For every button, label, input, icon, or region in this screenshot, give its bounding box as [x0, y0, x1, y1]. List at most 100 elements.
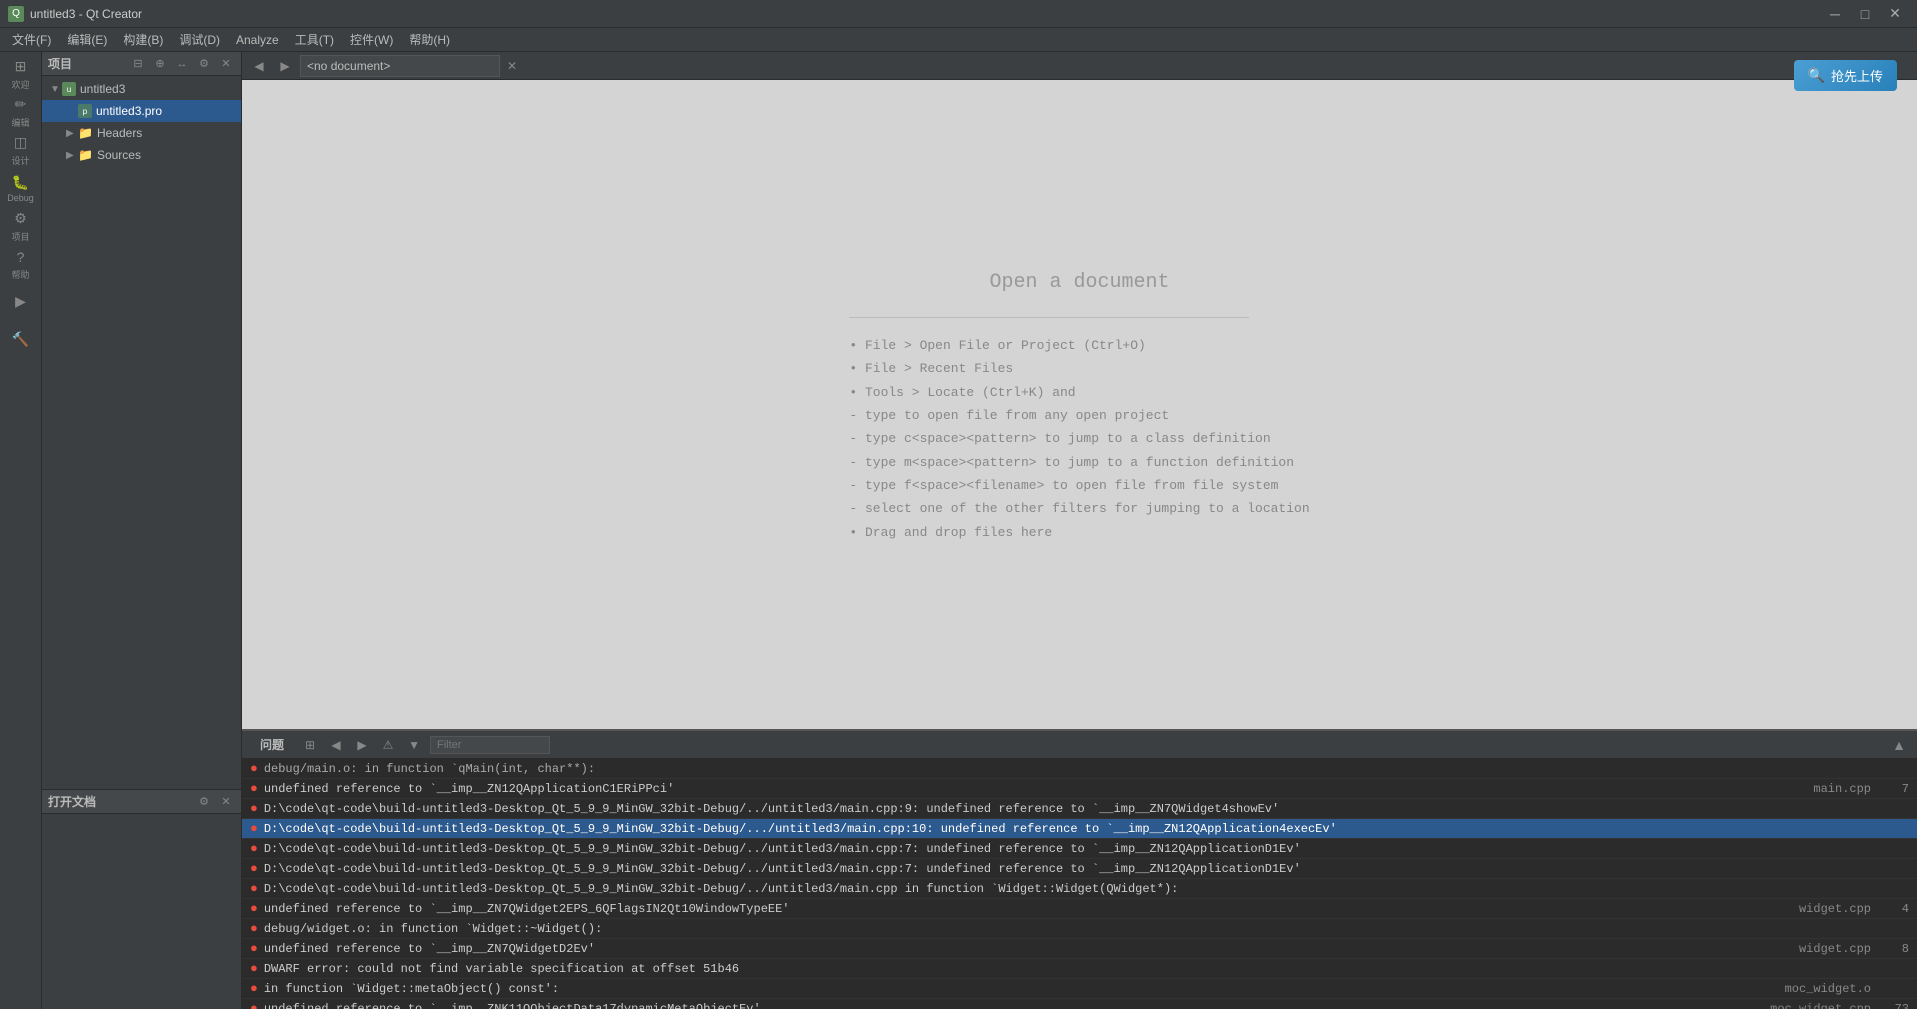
- issue-text: DWARF error: could not find variable spe…: [264, 962, 1743, 976]
- error-icon: ●: [250, 881, 258, 896]
- error-icon: ●: [250, 921, 258, 936]
- error-icon: ●: [250, 841, 258, 856]
- error-icon: ●: [250, 981, 258, 996]
- filter-btn[interactable]: ⊟: [129, 55, 147, 73]
- hint-item: - type to open file from any open projec…: [849, 404, 1309, 427]
- tree-label: Sources: [97, 148, 141, 162]
- document-selector[interactable]: [300, 55, 500, 77]
- upload-label: 抢先上传: [1831, 66, 1883, 85]
- main-layout: ⊞欢迎✏编辑◫设计🐛Debug⚙项目?帮助▶🔨 项目 ⊟ ⊕ ↔ ⚙ ✕ ▼uu…: [0, 52, 1917, 1009]
- project-icon[interactable]: ⚙项目: [3, 208, 39, 244]
- issue-row[interactable]: ●undefined reference to `__imp__ZN12QApp…: [242, 779, 1917, 799]
- tree-item-root[interactable]: ▼uuntitled3: [42, 78, 241, 100]
- issue-file: widget.cpp: [1751, 942, 1871, 956]
- issue-file: main.cpp: [1751, 782, 1871, 796]
- issue-row[interactable]: ●debug/widget.o: in function `Widget::~W…: [242, 919, 1917, 939]
- run-icon[interactable]: ▶: [3, 284, 39, 320]
- issues-add-btn[interactable]: ⊞: [300, 735, 320, 755]
- open-document-area: Open a document • File > Open File or Pr…: [242, 80, 1917, 729]
- issue-row[interactable]: ●debug/main.o: in function `qMain(int, c…: [242, 759, 1917, 779]
- menu-item-5[interactable]: 工具(T): [287, 28, 342, 52]
- issues-tab[interactable]: 问题: [250, 734, 294, 755]
- open-docs-close-btn[interactable]: ✕: [217, 793, 235, 811]
- error-icon: ●: [250, 901, 258, 916]
- content-area: ◀ ▶ ✕ 🔍 抢先上传 Open a document • File > Op…: [242, 52, 1917, 1009]
- error-icon: ●: [250, 941, 258, 956]
- build-icon[interactable]: 🔨: [3, 322, 39, 358]
- issue-line: 7: [1879, 782, 1909, 796]
- menu-item-7[interactable]: 帮助(H): [401, 28, 458, 52]
- welcome-icon[interactable]: ⊞欢迎: [3, 56, 39, 92]
- issue-text: undefined reference to `__imp__ZN7QWidge…: [264, 902, 1743, 916]
- issue-row[interactable]: ●in function `Widget::metaObject() const…: [242, 979, 1917, 999]
- issue-file: moc_widget.o: [1751, 982, 1871, 996]
- issues-next-btn[interactable]: ▶: [352, 735, 372, 755]
- issues-warning-btn[interactable]: ⚠: [378, 735, 398, 755]
- titlebar: Q untitled3 - Qt Creator ─ □ ✕: [0, 0, 1917, 28]
- close-button[interactable]: ✕: [1881, 0, 1909, 28]
- project-panel: 项目 ⊟ ⊕ ↔ ⚙ ✕ ▼uuntitled3puntitled3.pro▶📁…: [42, 52, 242, 1009]
- issue-row[interactable]: ●undefined reference to `__imp__ZN7QWidg…: [242, 939, 1917, 959]
- left-sidebar: ⊞欢迎✏编辑◫设计🐛Debug⚙项目?帮助▶🔨: [0, 52, 42, 1009]
- tree-label: untitled3: [80, 82, 125, 96]
- menu-item-1[interactable]: 编辑(E): [59, 28, 115, 52]
- doc-close-button[interactable]: ✕: [504, 58, 520, 74]
- menu-item-3[interactable]: 调试(D): [171, 28, 228, 52]
- design-icon[interactable]: ◫设计: [3, 132, 39, 168]
- issues-filter-btn[interactable]: ▼: [404, 735, 424, 755]
- app-icon: Q: [8, 6, 24, 22]
- hint-item: • Drag and drop files here: [849, 521, 1309, 544]
- minimize-button[interactable]: ─: [1821, 0, 1849, 28]
- project-tree: ▼uuntitled3puntitled3.pro▶📁Headers▶📁Sour…: [42, 76, 241, 789]
- filter-input[interactable]: [430, 736, 550, 754]
- hint-item: - type m<space><pattern> to jump to a fu…: [849, 451, 1309, 474]
- hint-item: • File > Open File or Project (Ctrl+O): [849, 334, 1309, 357]
- back-button[interactable]: ◀: [248, 55, 270, 77]
- open-doc-divider: [849, 317, 1249, 318]
- issue-text: D:\code\qt-code\build-untitled3-Desktop_…: [264, 882, 1743, 896]
- close-panel-btn[interactable]: ✕: [217, 55, 235, 73]
- project-toolbar: 项目 ⊟ ⊕ ↔ ⚙ ✕: [42, 52, 241, 76]
- help-icon[interactable]: ?帮助: [3, 246, 39, 282]
- issue-row[interactable]: ●D:\code\qt-code\build-untitled3-Desktop…: [242, 819, 1917, 839]
- issue-row[interactable]: ● DWARF error: could not find variable sp…: [242, 959, 1917, 979]
- tree-item-sources[interactable]: ▶📁Sources: [42, 144, 241, 166]
- tree-item-headers[interactable]: ▶📁Headers: [42, 122, 241, 144]
- issues-list: ● debug/main.o: in function `qMain(int, c…: [242, 759, 1917, 1009]
- issue-text: debug/main.o: in function `qMain(int, ch…: [264, 762, 1909, 776]
- hint-item: - type f<space><filename> to open file f…: [849, 474, 1309, 497]
- error-icon: ●: [250, 801, 258, 816]
- title-text: untitled3 - Qt Creator: [30, 7, 1821, 21]
- upload-button[interactable]: 🔍 抢先上传: [1794, 60, 1897, 91]
- maximize-button[interactable]: □: [1851, 0, 1879, 28]
- issues-prev-btn[interactable]: ◀: [326, 735, 346, 755]
- issue-row[interactable]: ● D:\code\qt-code\build-untitled3-Desktop…: [242, 799, 1917, 819]
- menu-item-6[interactable]: 控件(W): [342, 28, 401, 52]
- error-icon: ●: [250, 781, 258, 796]
- tree-item-pro[interactable]: puntitled3.pro: [42, 100, 241, 122]
- issue-row[interactable]: ●D:\code\qt-code\build-untitled3-Desktop…: [242, 839, 1917, 859]
- hint-item: • File > Recent Files: [849, 357, 1309, 380]
- hint-item: - type c<space><pattern> to jump to a cl…: [849, 427, 1309, 450]
- edit-icon[interactable]: ✏编辑: [3, 94, 39, 130]
- error-icon: ●: [250, 961, 258, 976]
- issue-row[interactable]: ● undefined reference to `__imp__ZN7QWidg…: [242, 899, 1917, 919]
- menu-item-4[interactable]: Analyze: [228, 28, 287, 52]
- debug-icon[interactable]: 🐛Debug: [3, 170, 39, 206]
- expand-btn[interactable]: ⊕: [151, 55, 169, 73]
- menu-item-0[interactable]: 文件(F): [4, 28, 59, 52]
- collapse-btn[interactable]: ▲: [1889, 735, 1909, 755]
- upload-icon: 🔍: [1808, 67, 1825, 84]
- issue-text: D:\code\qt-code\build-untitled3-Desktop_…: [264, 822, 1743, 836]
- settings-btn[interactable]: ⚙: [195, 55, 213, 73]
- forward-button[interactable]: ▶: [274, 55, 296, 77]
- sync-btn[interactable]: ↔: [173, 55, 191, 73]
- window-controls: ─ □ ✕: [1821, 0, 1909, 28]
- issue-row[interactable]: ●undefined reference to `__imp__ZNK11QOb…: [242, 999, 1917, 1009]
- menu-item-2[interactable]: 构建(B): [115, 28, 171, 52]
- issue-row[interactable]: ● D:\code\qt-code\build-untitled3-Desktop…: [242, 879, 1917, 899]
- issue-text: D:\code\qt-code\build-untitled3-Desktop_…: [264, 802, 1743, 816]
- issue-row[interactable]: ●D:\code\qt-code\build-untitled3-Desktop…: [242, 859, 1917, 879]
- open-docs-toolbar: 打开文档 ⚙ ✕: [42, 790, 241, 814]
- open-docs-settings-btn[interactable]: ⚙: [195, 793, 213, 811]
